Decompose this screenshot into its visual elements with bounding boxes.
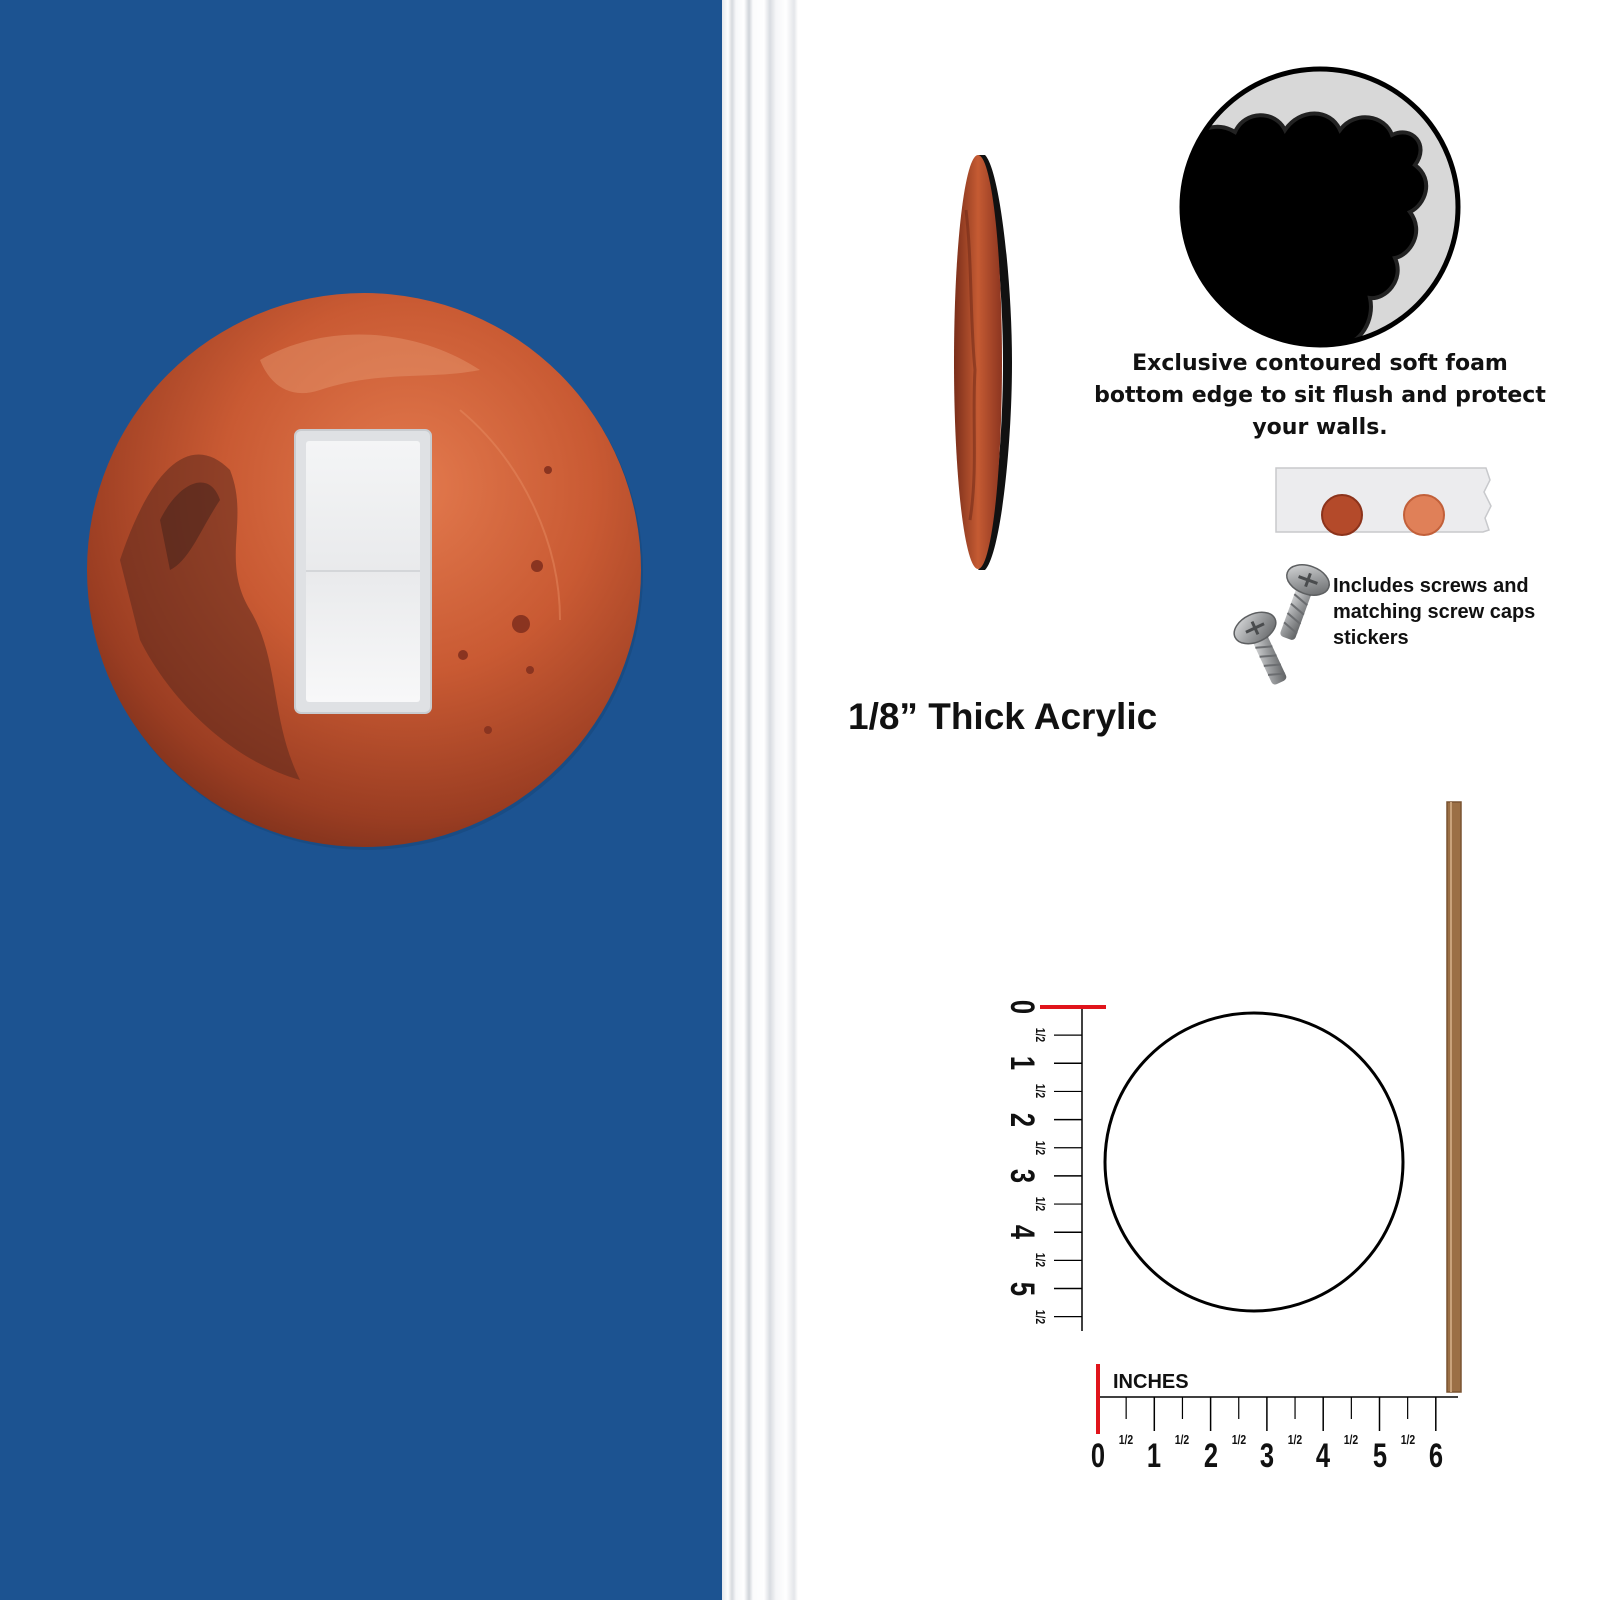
foam-zoom-inset — [1179, 66, 1461, 348]
foam-caption-line: bottom edge to sit flush and protect — [1094, 383, 1546, 408]
ruler-number: 0 — [1090, 1437, 1106, 1475]
ruler-number: 2 — [1003, 1112, 1041, 1127]
sticker-tape — [1275, 467, 1492, 533]
foam-caption-line: Exclusive contoured soft foam — [1132, 351, 1508, 376]
foam-caption-line: your walls. — [1252, 415, 1388, 440]
ruler-half-label: 1/2 — [1344, 1432, 1359, 1447]
screw-cap-sticker-dark — [1321, 494, 1363, 536]
product-scene — [87, 66, 1492, 1434]
ruler-unit-label: INCHES — [1113, 1371, 1189, 1393]
ruler-half-label: 1/2 — [1033, 1309, 1048, 1324]
ruler-number: 4 — [1003, 1225, 1041, 1240]
ruler-half-label: 1/2 — [1033, 1196, 1048, 1212]
ruler-half-label: 1/2 — [1287, 1432, 1303, 1447]
ruler-half-label: 1/2 — [1033, 1084, 1048, 1099]
ruler-half-label: 1/2 — [1033, 1027, 1048, 1043]
mars-switch-plate — [87, 293, 643, 850]
acrylic-edge-profile — [954, 155, 1002, 569]
mars-crater — [512, 615, 530, 633]
mars-crater — [531, 560, 543, 572]
ruler-number: 5 — [1003, 1281, 1041, 1296]
horizontal-ruler-ticks — [1125, 1397, 1437, 1431]
ruler-half-label: 1/2 — [1400, 1432, 1415, 1447]
screws-caption-line: Includes screws and — [1333, 575, 1529, 597]
ruler-number: 4 — [1316, 1437, 1331, 1475]
ruler-half-label: 1/2 — [1033, 1140, 1048, 1155]
ruler-number: 3 — [1259, 1437, 1274, 1475]
ruler-half-label: 1/2 — [1175, 1432, 1190, 1447]
ruler-half-label: 1/2 — [1118, 1432, 1134, 1447]
size-diagram — [1040, 801, 1462, 1434]
mars-crater — [484, 726, 492, 734]
mars-crater — [544, 466, 552, 474]
mars-crater — [458, 650, 468, 660]
foam-edge-caption: Exclusive contoured soft foam bottom edg… — [1090, 348, 1550, 444]
ruler-number: 1 — [1003, 1056, 1041, 1071]
ruler-half-label: 1/2 — [1033, 1253, 1048, 1268]
mars-crater — [526, 666, 534, 674]
ruler-number: 2 — [1203, 1437, 1218, 1475]
screw — [1280, 564, 1330, 640]
screws-caption-line: stickers — [1333, 627, 1409, 649]
ruler-number: 0 — [1003, 999, 1041, 1015]
screws-caption: Includes screws and matching screw caps … — [1333, 573, 1593, 651]
thickness-profile-bar — [1446, 801, 1462, 1393]
screw-cap-stickers — [1275, 467, 1492, 536]
screws-caption-line: matching screw caps — [1333, 601, 1536, 623]
vertical-ruler-ticks — [1054, 1034, 1082, 1318]
thickness-label: 1/8” Thick Acrylic — [848, 696, 1158, 737]
ruler-half-label: 1/2 — [1231, 1432, 1246, 1447]
screws-image — [1233, 564, 1330, 685]
ruler-number: 6 — [1428, 1437, 1443, 1475]
screw-cap-sticker-light — [1403, 494, 1445, 536]
plate-side-profile — [954, 155, 1012, 570]
ruler-number: 5 — [1372, 1437, 1387, 1475]
ruler-number: 1 — [1147, 1437, 1162, 1475]
plate-outline — [1103, 1011, 1405, 1313]
ruler-number: 3 — [1003, 1168, 1041, 1183]
